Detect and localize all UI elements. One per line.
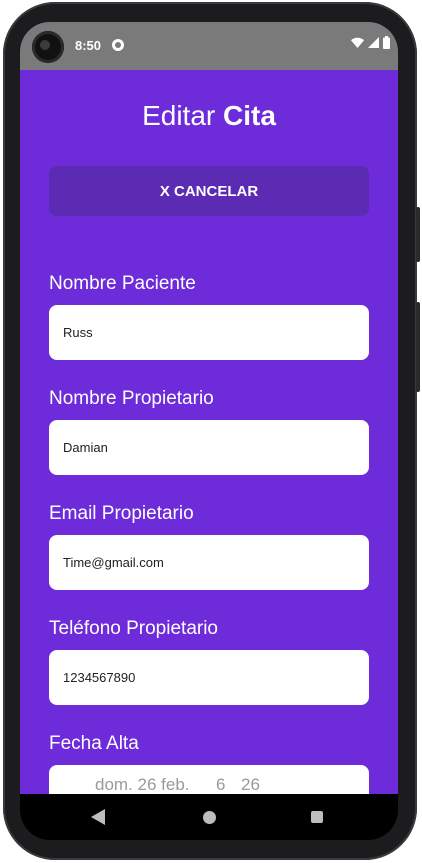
title-bold: Cita: [223, 100, 276, 131]
home-icon[interactable]: [203, 811, 216, 824]
signal-icon: [368, 37, 379, 48]
owner-email-field[interactable]: Time@gmail.com: [49, 535, 369, 590]
cancel-button[interactable]: X CANCELAR: [49, 166, 369, 216]
date-picker[interactable]: dom. 26 feb. 6 26: [49, 765, 369, 794]
date-hour-value[interactable]: 6: [216, 775, 225, 794]
notification-icon: [112, 39, 124, 51]
date-label: Fecha Alta: [49, 733, 139, 754]
owner-phone-label: Teléfono Propietario: [49, 618, 218, 639]
back-icon[interactable]: [91, 809, 105, 825]
system-icons: [351, 36, 390, 49]
date-minute-value[interactable]: 26: [241, 775, 260, 794]
camera-cutout: [32, 31, 64, 63]
title-prefix: Editar: [142, 100, 224, 131]
power-button: [416, 302, 420, 392]
status-bar: 8:50: [20, 22, 398, 70]
owner-phone-field[interactable]: 1234567890: [49, 650, 369, 705]
owner-email-label: Email Propietario: [49, 503, 194, 524]
page-title: Editar Cita: [20, 100, 398, 132]
date-day-value[interactable]: dom. 26 feb.: [95, 775, 190, 794]
owner-name-label: Nombre Propietario: [49, 388, 214, 409]
app-screen: 8:50 Editar Cita X CANCELAR Nombre Pacie…: [20, 22, 398, 794]
patient-name-label: Nombre Paciente: [49, 273, 196, 294]
status-time: 8:50: [75, 38, 102, 53]
battery-icon: [383, 36, 390, 49]
wifi-icon: [351, 37, 364, 48]
navigation-bar: [20, 794, 398, 840]
volume-button: [416, 207, 420, 262]
patient-name-field[interactable]: Russ: [49, 305, 369, 360]
owner-name-field[interactable]: Damian: [49, 420, 369, 475]
form-screen: Editar Cita X CANCELAR Nombre Paciente R…: [20, 70, 398, 794]
recent-apps-icon[interactable]: [311, 811, 323, 823]
